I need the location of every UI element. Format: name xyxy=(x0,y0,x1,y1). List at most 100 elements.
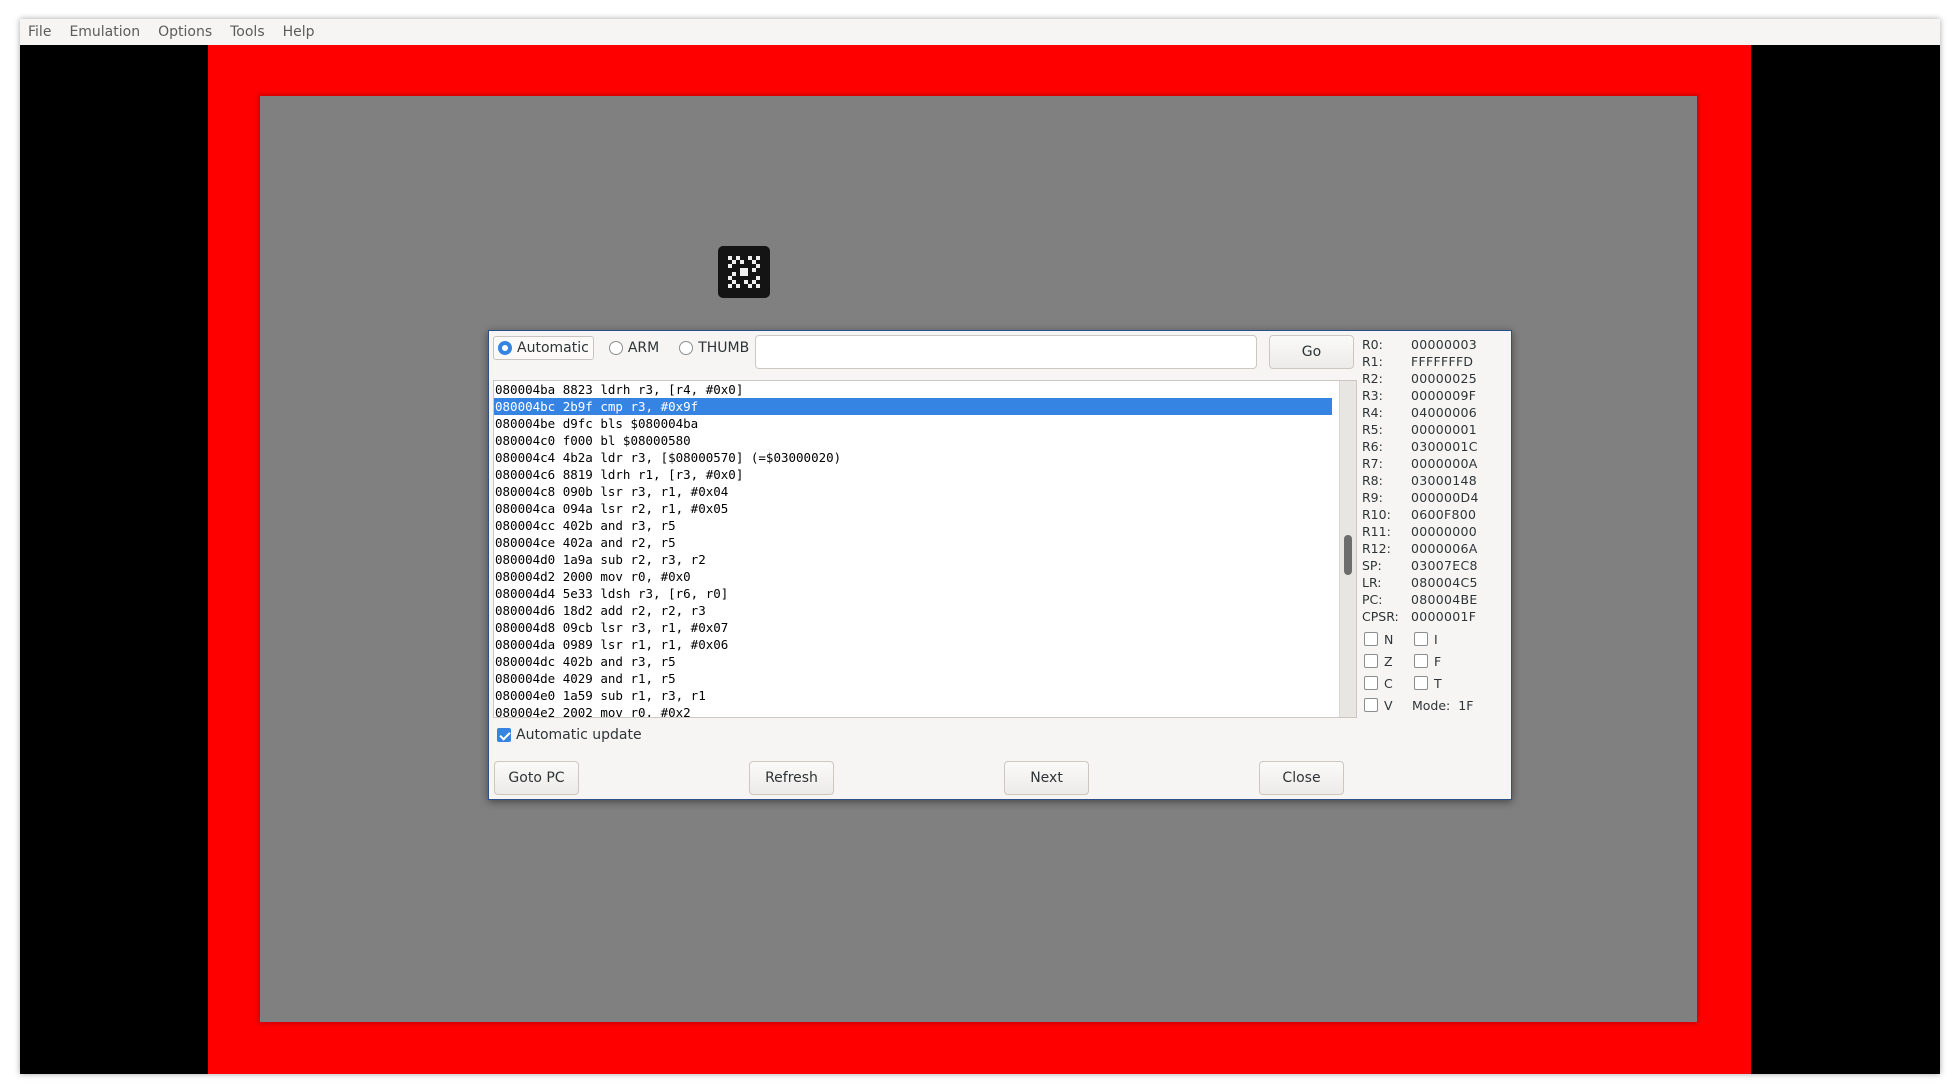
flag-label: N xyxy=(1384,631,1394,647)
disassembly-line[interactable]: 080004c0 f000 bl $08000580 xyxy=(494,432,1332,449)
register-row: R3: 0000009F xyxy=(1362,387,1479,404)
checkbox[interactable] xyxy=(1364,676,1378,690)
disassembly-line[interactable]: 080004c4 4b2a ldr r3, [$08000570] (=$030… xyxy=(494,449,1332,466)
register-row: R2: 00000025 xyxy=(1362,370,1479,387)
disassembly-line[interactable]: 080004d0 1a9a sub r2, r3, r2 xyxy=(494,551,1332,568)
menu-help[interactable]: Help xyxy=(274,24,324,40)
menu-tools[interactable]: Tools xyxy=(221,24,274,40)
register-value: 0000000A xyxy=(1411,456,1478,471)
disassembly-scrollbar[interactable] xyxy=(1339,381,1356,717)
next-button[interactable]: Next xyxy=(1004,761,1089,795)
disassembly-line[interactable]: 080004e0 1a59 sub r1, r3, r1 xyxy=(494,687,1332,704)
disassembly-line[interactable]: 080004bc 2b9f cmp r3, #0x9f xyxy=(494,398,1332,415)
register-name: R4: xyxy=(1362,405,1383,420)
radio-automatic[interactable]: Automatic xyxy=(493,336,594,360)
radio-thumb[interactable]: THUMB xyxy=(674,336,754,360)
radio-label: Automatic xyxy=(517,340,589,356)
disassembly-line[interactable]: 080004be d9fc bls $080004ba xyxy=(494,415,1332,432)
register-name: R12: xyxy=(1362,541,1391,556)
flag-n[interactable]: N xyxy=(1364,631,1393,647)
register-row: R9: 000000D4 xyxy=(1362,489,1479,506)
flag-label: F xyxy=(1434,653,1442,669)
disassembly-line[interactable]: 080004da 0989 lsr r1, r1, #0x06 xyxy=(494,636,1332,653)
register-row: R0: 00000003 xyxy=(1362,336,1479,353)
register-row: R7: 0000000A xyxy=(1362,455,1479,472)
register-name: R6: xyxy=(1362,439,1383,454)
flag-v[interactable]: V xyxy=(1364,697,1393,713)
disassembly-line[interactable]: 080004c6 8819 ldrh r1, [r3, #0x0] xyxy=(494,466,1332,483)
register-name: R2: xyxy=(1362,371,1383,386)
close-button[interactable]: Close xyxy=(1259,761,1344,795)
flag-f[interactable]: F xyxy=(1414,653,1441,669)
disassembly-line[interactable]: 080004dc 402b and r3, r5 xyxy=(494,653,1332,670)
disassembly-line[interactable]: 080004d4 5e33 ldsh r3, [r6, r0] xyxy=(494,585,1332,602)
register-name: R3: xyxy=(1362,388,1383,403)
flag-z[interactable]: Z xyxy=(1364,653,1393,669)
disassembly-list[interactable]: 080004ba 8823 ldrh r3, [r4, #0x0] 080004b… xyxy=(493,380,1357,718)
auto-update-option[interactable]: Automatic update xyxy=(497,727,642,743)
disassembly-line[interactable]: 080004c8 090b lsr r3, r1, #0x04 xyxy=(494,483,1332,500)
register-value: 00000003 xyxy=(1411,337,1478,352)
flag-label: I xyxy=(1434,631,1438,647)
register-panel: R0: 00000003 R1: FFFFFFFD R2: 00000025 R3: 0000… xyxy=(1362,336,1479,625)
register-name: SP: xyxy=(1362,558,1382,573)
disassembly-line[interactable]: 080004de 4029 and r1, r5 xyxy=(494,670,1332,687)
disassembly-line[interactable]: 080004cc 402b and r3, r5 xyxy=(494,517,1332,534)
register-value: 080004BE xyxy=(1411,592,1478,607)
address-input[interactable] xyxy=(755,335,1257,369)
menu-file[interactable]: File xyxy=(20,24,60,40)
register-value: 0000009F xyxy=(1411,388,1477,403)
radio-indicator xyxy=(608,341,623,355)
register-name: R1: xyxy=(1362,354,1383,369)
goto-pc-button[interactable]: Goto PC xyxy=(494,761,579,795)
checkbox[interactable] xyxy=(1364,698,1378,712)
radio-indicator xyxy=(679,341,694,355)
disassembly-line[interactable]: 080004d8 09cb lsr r3, r1, #0x07 xyxy=(494,619,1332,636)
register-name: R10: xyxy=(1362,507,1391,522)
register-name: R8: xyxy=(1362,473,1383,488)
radio-label: ARM xyxy=(627,340,660,356)
mode-value: 1F xyxy=(1458,697,1474,713)
menu-options[interactable]: Options xyxy=(149,24,221,40)
register-row: R11: 00000000 xyxy=(1362,523,1479,540)
go-button[interactable]: Go xyxy=(1269,335,1354,369)
disassembly-line[interactable]: 080004ba 8823 ldrh r3, [r4, #0x0] xyxy=(494,381,1332,398)
register-name: R9: xyxy=(1362,490,1383,505)
sprite-icon xyxy=(718,246,770,298)
flag-c[interactable]: C xyxy=(1364,675,1393,691)
flag-label: Z xyxy=(1384,653,1393,669)
radio-arm[interactable]: ARM xyxy=(604,336,664,360)
checkbox[interactable] xyxy=(1364,654,1378,668)
checkbox[interactable] xyxy=(1414,654,1428,668)
register-name: R11: xyxy=(1362,524,1391,539)
register-row: R5: 00000001 xyxy=(1362,421,1479,438)
scroll-thumb[interactable] xyxy=(1344,535,1352,575)
flag-i[interactable]: I xyxy=(1414,631,1438,647)
register-value: 00000025 xyxy=(1411,371,1478,386)
disassembler-dialog: Automatic ARM THUMB Go 080004ba 8823 ldr… xyxy=(488,330,1512,800)
checkbox[interactable] xyxy=(1364,632,1378,646)
register-value: 03007EC8 xyxy=(1411,558,1478,573)
disassembly-line[interactable]: 080004e2 2002 mov r0, #0x2 xyxy=(494,704,1332,717)
disassembly-line[interactable]: 080004d2 2000 mov r0, #0x0 xyxy=(494,568,1332,585)
register-value: 03000148 xyxy=(1411,473,1478,488)
menu-emulation[interactable]: Emulation xyxy=(60,24,149,40)
disassembly-line[interactable]: 080004ce 402a and r2, r5 xyxy=(494,534,1332,551)
register-value: FFFFFFFD xyxy=(1411,354,1474,369)
register-value: 0000001F xyxy=(1411,609,1477,624)
refresh-button[interactable]: Refresh xyxy=(749,761,834,795)
flag-label: C xyxy=(1384,675,1393,691)
auto-update-checkbox[interactable] xyxy=(497,728,511,742)
flag-t[interactable]: T xyxy=(1414,675,1442,691)
register-value: 0300001C xyxy=(1411,439,1478,454)
register-row: R1: FFFFFFFD xyxy=(1362,353,1479,370)
checkbox[interactable] xyxy=(1414,632,1428,646)
register-row: LR: 080004C5 xyxy=(1362,574,1479,591)
register-value: 00000000 xyxy=(1411,524,1478,539)
disassembly-line[interactable]: 080004d6 18d2 add r2, r2, r3 xyxy=(494,602,1332,619)
disassembly-line[interactable]: 080004ca 094a lsr r2, r1, #0x05 xyxy=(494,500,1332,517)
checkbox[interactable] xyxy=(1414,676,1428,690)
register-value: 0000006A xyxy=(1411,541,1478,556)
radio-label: THUMB xyxy=(698,340,750,356)
menubar: File Emulation Options Tools Help xyxy=(20,19,1940,46)
